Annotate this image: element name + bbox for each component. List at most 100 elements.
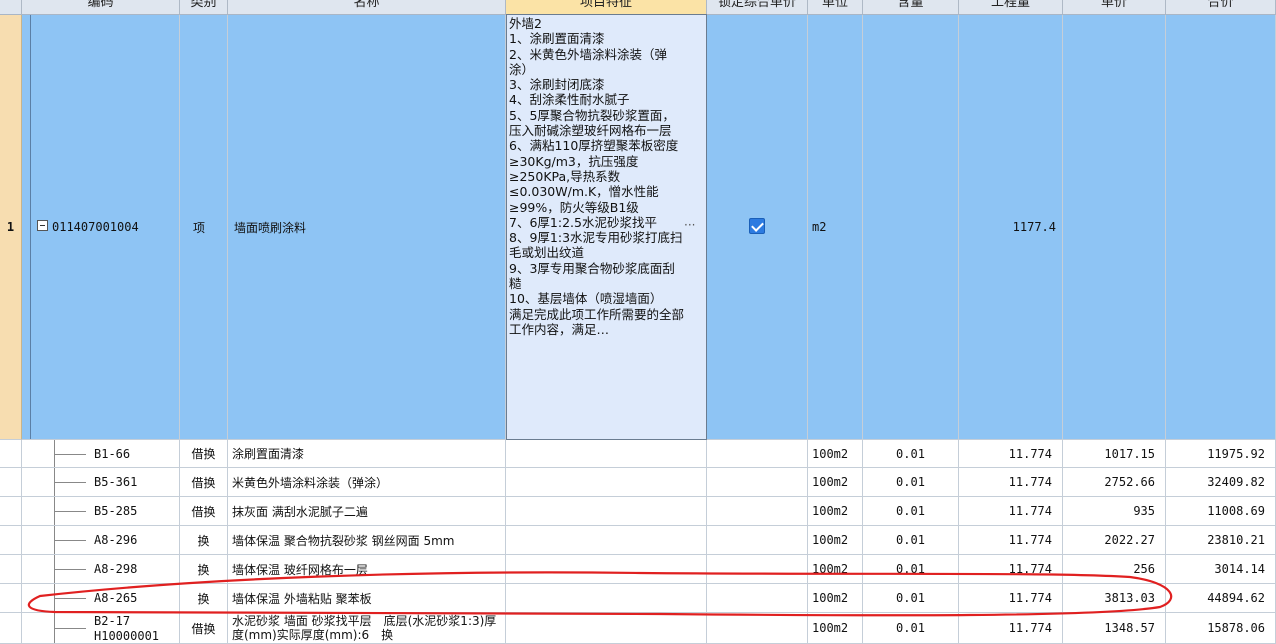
- category-cell[interactable]: 借换: [180, 468, 228, 497]
- collapse-toggle-icon[interactable]: [37, 220, 48, 231]
- category-cell[interactable]: 借换: [180, 497, 228, 526]
- locked-price-cell[interactable]: [707, 555, 808, 584]
- table-row[interactable]: H10000001 B2-17 借换 水泥砂浆 墙面 砂浆找平层 底层(水泥砂浆1:3…: [0, 613, 1276, 644]
- feature-cell[interactable]: [506, 613, 707, 644]
- content-cell[interactable]: 0.01: [863, 440, 959, 468]
- locked-price-cell[interactable]: [707, 468, 808, 497]
- quantity-cell[interactable]: 1177.4: [959, 15, 1063, 440]
- category-cell[interactable]: 借换: [180, 440, 228, 468]
- header-quantity[interactable]: 工程量: [959, 0, 1063, 14]
- content-cell[interactable]: 0.01: [863, 526, 959, 555]
- total-cell[interactable]: 23810.21: [1166, 526, 1276, 555]
- header-category[interactable]: 类别: [180, 0, 228, 14]
- name-cell[interactable]: 墙面喷刷涂料: [228, 15, 506, 440]
- unit-price-cell[interactable]: 2752.66: [1063, 468, 1166, 497]
- feature-cell[interactable]: [506, 468, 707, 497]
- unit-price-cell[interactable]: 935: [1063, 497, 1166, 526]
- unit-cell[interactable]: 100m2: [808, 555, 863, 584]
- code-cell[interactable]: A8-265: [22, 584, 180, 613]
- code-cell[interactable]: B1-66: [22, 440, 180, 468]
- content-cell[interactable]: 0.01: [863, 555, 959, 584]
- total-cell[interactable]: 11975.92: [1166, 440, 1276, 468]
- category-cell[interactable]: 换: [180, 555, 228, 584]
- quantity-cell[interactable]: 11.774: [959, 613, 1063, 644]
- row-number-cell[interactable]: [0, 468, 22, 497]
- unit-price-cell[interactable]: 1017.15: [1063, 440, 1166, 468]
- category-cell[interactable]: 换: [180, 526, 228, 555]
- unit-cell[interactable]: 100m2: [808, 497, 863, 526]
- content-cell[interactable]: [863, 15, 959, 440]
- unit-cell[interactable]: m2: [808, 15, 863, 440]
- unit-cell[interactable]: 100m2: [808, 440, 863, 468]
- unit-cell[interactable]: 100m2: [808, 613, 863, 644]
- quantity-cell[interactable]: 11.774: [959, 555, 1063, 584]
- unit-cell[interactable]: 100m2: [808, 468, 863, 497]
- code-cell[interactable]: H10000001 B2-17: [22, 613, 180, 644]
- code-cell[interactable]: A8-298: [22, 555, 180, 584]
- row-number-cell[interactable]: [0, 584, 22, 613]
- header-total[interactable]: 合价: [1166, 0, 1276, 14]
- unit-price-cell[interactable]: 256: [1063, 555, 1166, 584]
- name-cell[interactable]: 涂刷置面清漆: [228, 440, 506, 468]
- unit-price-cell[interactable]: 3813.03: [1063, 584, 1166, 613]
- header-content[interactable]: 含量: [863, 0, 959, 14]
- header-code[interactable]: 编码: [22, 0, 180, 14]
- feature-text-editor[interactable]: 外墙2 1、涂刷置面清漆 2、米黄色外墙涂料涂装（弹涂） 3、涂刷封闭底漆 4、…: [506, 14, 707, 440]
- row-number-cell[interactable]: [0, 526, 22, 555]
- name-cell[interactable]: 水泥砂浆 墙面 砂浆找平层 底层(水泥砂浆1:3)厚度(mm)实际厚度(mm):…: [228, 613, 506, 644]
- name-cell[interactable]: 墙体保温 玻纤网格布一层: [228, 555, 506, 584]
- quantity-cell[interactable]: 11.774: [959, 526, 1063, 555]
- code-cell[interactable]: A8-296: [22, 526, 180, 555]
- row-number-cell[interactable]: [0, 613, 22, 644]
- quantity-cell[interactable]: 11.774: [959, 497, 1063, 526]
- content-cell[interactable]: 0.01: [863, 497, 959, 526]
- feature-more-button[interactable]: ···: [684, 218, 695, 232]
- table-row[interactable]: A8-265 换 墙体保温 外墙粘贴 聚苯板 100m2 0.01 11.774 3813.…: [0, 584, 1276, 613]
- table-row[interactable]: A8-298 换 墙体保温 玻纤网格布一层 100m2 0.01 11.774 256 301…: [0, 555, 1276, 584]
- total-cell[interactable]: 3014.14: [1166, 555, 1276, 584]
- unit-cell[interactable]: 100m2: [808, 526, 863, 555]
- header-locked-price[interactable]: 锁定综合单价: [707, 0, 808, 14]
- table-row[interactable]: B5-361 借换 米黄色外墙涂料涂装（弹涂） 100m2 0.01 11.774 2752…: [0, 468, 1276, 497]
- feature-cell[interactable]: [506, 584, 707, 613]
- unit-price-cell[interactable]: 1348.57: [1063, 613, 1166, 644]
- code-cell[interactable]: B5-285: [22, 497, 180, 526]
- total-cell[interactable]: [1166, 15, 1276, 440]
- locked-price-cell[interactable]: [707, 497, 808, 526]
- locked-price-cell[interactable]: [707, 613, 808, 644]
- table-row[interactable]: A8-296 换 墙体保温 聚合物抗裂砂浆 钢丝网面 5mm 100m2 0.01 11.…: [0, 526, 1276, 555]
- total-cell[interactable]: 15878.06: [1166, 613, 1276, 644]
- total-cell[interactable]: 32409.82: [1166, 468, 1276, 497]
- category-cell[interactable]: 项: [180, 15, 228, 440]
- total-cell[interactable]: 44894.62: [1166, 584, 1276, 613]
- feature-cell[interactable]: [506, 555, 707, 584]
- feature-cell[interactable]: [506, 440, 707, 468]
- content-cell[interactable]: 0.01: [863, 613, 959, 644]
- feature-cell[interactable]: [506, 526, 707, 555]
- locked-price-checkbox[interactable]: [749, 218, 765, 234]
- quantity-cell[interactable]: 11.774: [959, 440, 1063, 468]
- header-name[interactable]: 名称: [228, 0, 506, 14]
- content-cell[interactable]: 0.01: [863, 468, 959, 497]
- header-rownum[interactable]: [0, 0, 22, 14]
- unit-price-cell[interactable]: [1063, 15, 1166, 440]
- name-cell[interactable]: 抹灰面 满刮水泥腻子二遍: [228, 497, 506, 526]
- name-cell[interactable]: 米黄色外墙涂料涂装（弹涂）: [228, 468, 506, 497]
- header-feature[interactable]: 项目特征: [506, 0, 707, 14]
- table-row[interactable]: B1-66 借换 涂刷置面清漆 100m2 0.01 11.774 1017.15 11975…: [0, 440, 1276, 468]
- name-cell[interactable]: 墙体保温 外墙粘贴 聚苯板: [228, 584, 506, 613]
- content-cell[interactable]: 0.01: [863, 584, 959, 613]
- quantity-cell[interactable]: 11.774: [959, 584, 1063, 613]
- locked-price-cell[interactable]: [707, 526, 808, 555]
- name-cell[interactable]: 墙体保温 聚合物抗裂砂浆 钢丝网面 5mm: [228, 526, 506, 555]
- unit-price-cell[interactable]: 2022.27: [1063, 526, 1166, 555]
- header-unit[interactable]: 单位: [808, 0, 863, 14]
- table-row[interactable]: B5-285 借换 抹灰面 满刮水泥腻子二遍 100m2 0.01 11.774 935 11…: [0, 497, 1276, 526]
- locked-price-cell[interactable]: [707, 584, 808, 613]
- locked-price-cell[interactable]: [707, 440, 808, 468]
- category-cell[interactable]: 换: [180, 584, 228, 613]
- code-cell[interactable]: B5-361: [22, 468, 180, 497]
- row-number-cell[interactable]: [0, 440, 22, 468]
- header-unit-price[interactable]: 单价: [1063, 0, 1166, 14]
- quantity-cell[interactable]: 11.774: [959, 468, 1063, 497]
